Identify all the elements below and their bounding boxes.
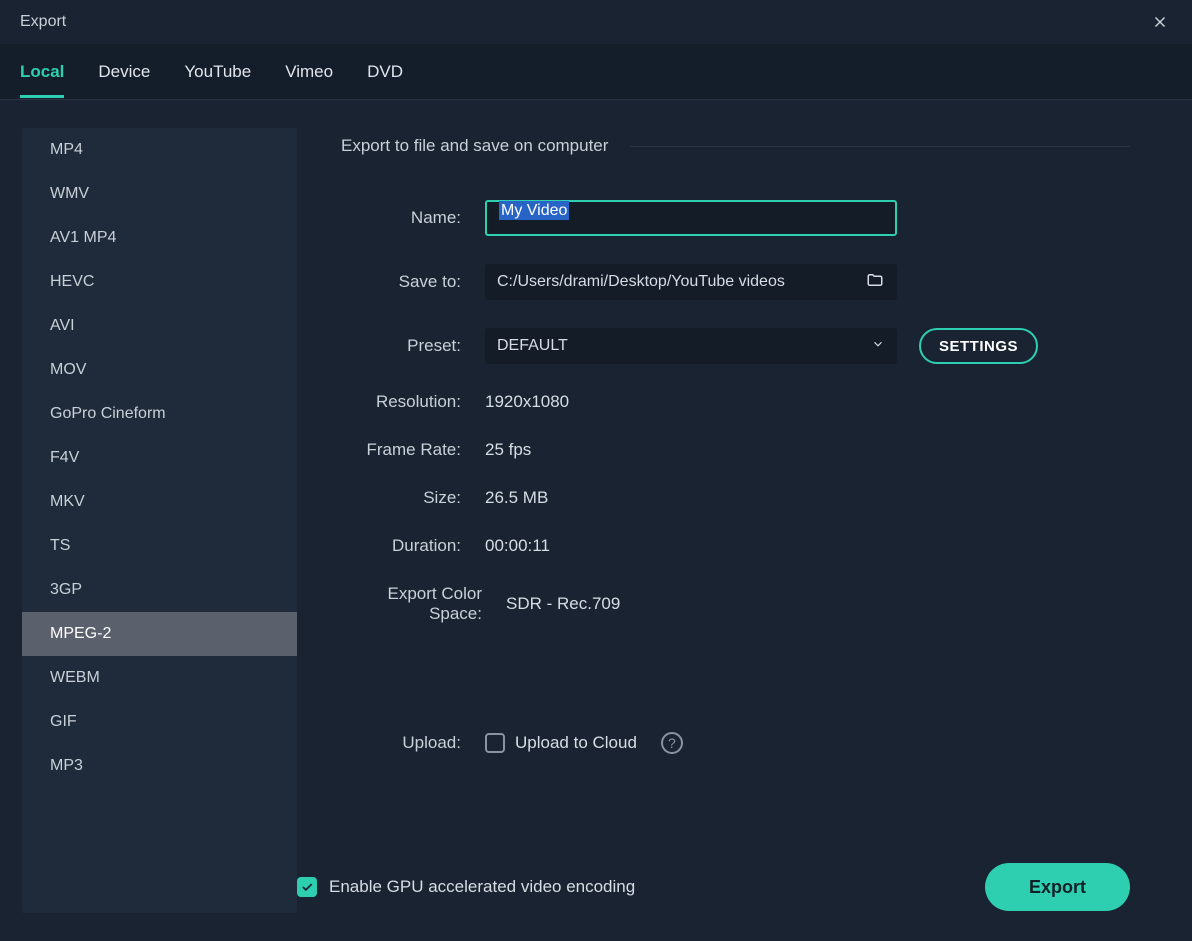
gpu-checkbox[interactable] [297, 877, 317, 897]
settings-button[interactable]: SETTINGS [919, 328, 1038, 364]
format-item-av1-mp4[interactable]: AV1 MP4 [22, 216, 297, 260]
size-label: Size: [341, 488, 485, 508]
saveto-field[interactable]: C:/Users/drami/Desktop/YouTube videos [485, 264, 897, 300]
duration-label: Duration: [341, 536, 485, 556]
upload-checkbox-label: Upload to Cloud [515, 733, 637, 753]
tabs-bar: Local Device YouTube Vimeo DVD [0, 44, 1192, 100]
section-title: Export to file and save on computer [341, 136, 608, 156]
format-item-webm[interactable]: WEBM [22, 656, 297, 700]
chevron-down-icon [871, 337, 885, 356]
folder-icon[interactable] [865, 271, 885, 294]
format-item-mp3[interactable]: MP3 [22, 744, 297, 788]
format-item-mkv[interactable]: MKV [22, 480, 297, 524]
format-item-mov[interactable]: MOV [22, 348, 297, 392]
preset-label: Preset: [341, 336, 485, 356]
gpu-checkbox-label: Enable GPU accelerated video encoding [329, 877, 635, 897]
section-divider [630, 146, 1130, 147]
format-item-avi[interactable]: AVI [22, 304, 297, 348]
format-item-ts[interactable]: TS [22, 524, 297, 568]
format-item-gif[interactable]: GIF [22, 700, 297, 744]
format-item-mp4[interactable]: MP4 [22, 128, 297, 172]
window-title: Export [20, 13, 66, 31]
preset-value: DEFAULT [497, 337, 568, 355]
preset-select[interactable]: DEFAULT [485, 328, 897, 364]
name-input[interactable]: My Video [485, 200, 897, 236]
name-input-value: My Video [499, 201, 569, 220]
format-sidebar: MP4WMVAV1 MP4HEVCAVIMOVGoPro CineformF4V… [22, 128, 297, 913]
upload-checkbox[interactable] [485, 733, 505, 753]
framerate-label: Frame Rate: [341, 440, 485, 460]
format-item-3gp[interactable]: 3GP [22, 568, 297, 612]
name-label: Name: [341, 208, 485, 228]
upload-label: Upload: [341, 733, 485, 753]
export-button[interactable]: Export [985, 863, 1130, 911]
tab-youtube[interactable]: YouTube [184, 47, 251, 97]
format-item-mpeg-2[interactable]: MPEG-2 [22, 612, 297, 656]
resolution-value: 1920x1080 [485, 392, 569, 412]
tab-vimeo[interactable]: Vimeo [285, 47, 333, 97]
resolution-label: Resolution: [341, 392, 485, 412]
saveto-label: Save to: [341, 272, 485, 292]
framerate-value: 25 fps [485, 440, 531, 460]
format-item-f4v[interactable]: F4V [22, 436, 297, 480]
tab-device[interactable]: Device [98, 47, 150, 97]
size-value: 26.5 MB [485, 488, 548, 508]
saveto-value: C:/Users/drami/Desktop/YouTube videos [497, 273, 785, 291]
format-item-wmv[interactable]: WMV [22, 172, 297, 216]
format-item-gopro-cineform[interactable]: GoPro Cineform [22, 392, 297, 436]
colorspace-value: SDR - Rec.709 [506, 594, 620, 614]
format-item-hevc[interactable]: HEVC [22, 260, 297, 304]
close-icon [1151, 13, 1169, 31]
help-icon[interactable]: ? [661, 732, 683, 754]
tab-local[interactable]: Local [20, 47, 64, 97]
duration-value: 00:00:11 [485, 536, 550, 556]
close-button[interactable] [1148, 10, 1172, 34]
colorspace-label: Export Color Space: [341, 584, 506, 624]
tab-dvd[interactable]: DVD [367, 47, 403, 97]
